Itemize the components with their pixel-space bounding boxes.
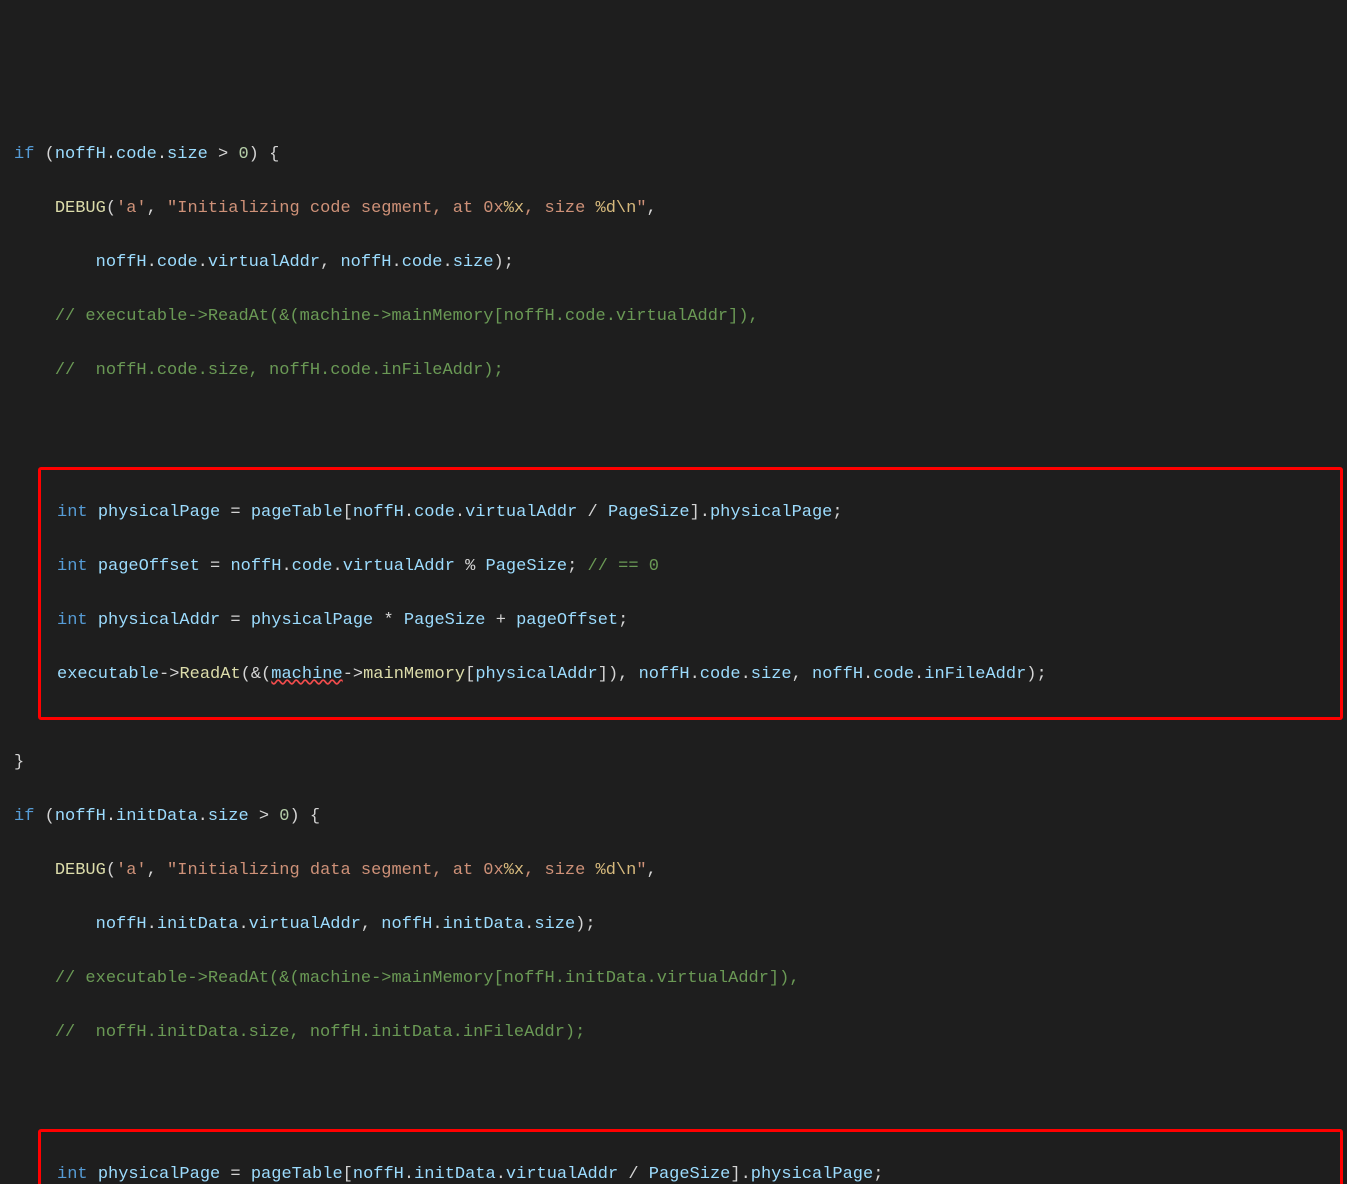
code-line[interactable]: int pageOffset = noffH.code.virtualAddr … <box>41 553 1340 580</box>
code-line[interactable]: // executable->ReadAt(&(machine->mainMem… <box>0 303 1347 330</box>
code-line[interactable]: DEBUG('a', "Initializing data segment, a… <box>0 857 1347 884</box>
code-line[interactable]: executable->ReadAt(&(machine->mainMemory… <box>41 661 1340 688</box>
code-line[interactable]: noffH.code.virtualAddr, noffH.code.size)… <box>0 249 1347 276</box>
highlight-box-code: int physicalPage = pageTable[noffH.code.… <box>38 467 1343 720</box>
code-line[interactable]: } <box>0 749 1347 776</box>
code-line[interactable]: // noffH.code.size, noffH.code.inFileAdd… <box>0 357 1347 384</box>
highlight-box-initdata: int physicalPage = pageTable[noffH.initD… <box>38 1129 1343 1184</box>
code-line[interactable]: int physicalAddr = physicalPage * PageSi… <box>41 607 1340 634</box>
code-line[interactable]: // noffH.initData.size, noffH.initData.i… <box>0 1019 1347 1046</box>
code-line[interactable]: if (noffH.code.size > 0) { <box>0 141 1347 168</box>
code-line[interactable] <box>0 1073 1347 1100</box>
code-line[interactable]: int physicalPage = pageTable[noffH.code.… <box>41 499 1340 526</box>
code-line[interactable]: if (noffH.initData.size > 0) { <box>0 803 1347 830</box>
code-line[interactable]: int physicalPage = pageTable[noffH.initD… <box>41 1161 1340 1184</box>
code-line[interactable]: DEBUG('a', "Initializing code segment, a… <box>0 195 1347 222</box>
code-line[interactable]: // executable->ReadAt(&(machine->mainMem… <box>0 965 1347 992</box>
code-line[interactable]: noffH.initData.virtualAddr, noffH.initDa… <box>0 911 1347 938</box>
code-line[interactable] <box>0 411 1347 438</box>
code-editor[interactable]: if (noffH.code.size > 0) { DEBUG('a', "I… <box>0 114 1347 1184</box>
